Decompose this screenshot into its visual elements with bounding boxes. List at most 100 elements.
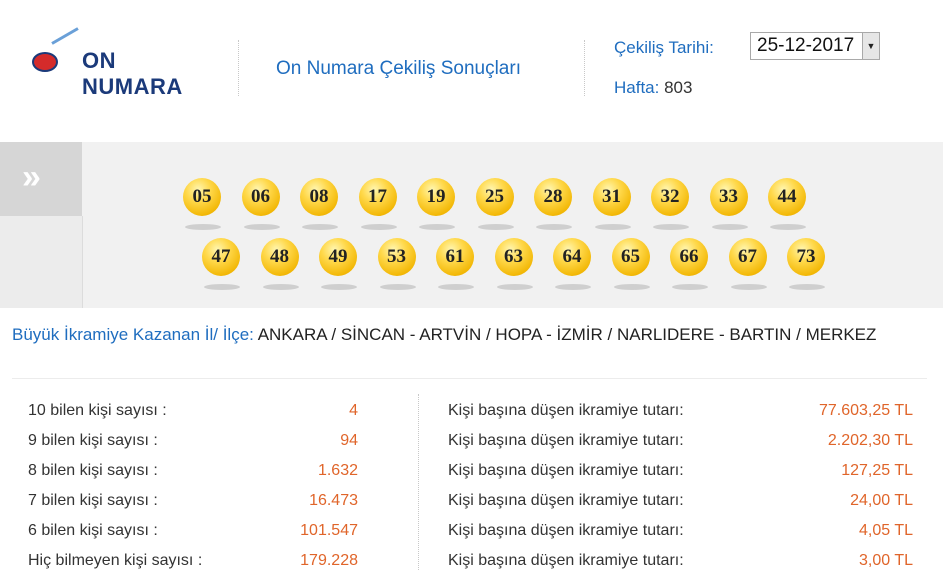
ball-shadow	[770, 224, 806, 230]
jackpot-location-label: Büyük İkramiye Kazanan İl/ İlçe:	[12, 325, 254, 344]
page-title: On Numara Çekiliş Sonuçları	[276, 58, 521, 79]
ball-number: 08	[300, 178, 338, 216]
ball-shadow	[379, 284, 416, 290]
number-ball: 19	[417, 178, 457, 234]
ball-shadow	[204, 284, 240, 290]
match-count-label: 7 bilen kişi sayısı :	[28, 492, 158, 509]
ball-shadow	[185, 224, 221, 230]
prize-amount-row: Kişi başına düşen ikramiye tutarı: 2.202,…	[448, 426, 913, 456]
jackpot-winner-locations: Büyük İkramiye Kazanan İl/ İlçe: ANKARA …	[12, 323, 912, 346]
match-count-label: 10 bilen kişi sayısı :	[28, 402, 167, 419]
number-ball: 08	[300, 178, 340, 234]
match-count-label: Hiç bilmeyen kişi sayısı :	[28, 552, 203, 569]
match-count-label: 6 bilen kişi sayısı :	[28, 522, 158, 539]
winner-count-value: 4	[349, 402, 358, 419]
prize-per-person-value: 127,25 TL	[841, 462, 913, 479]
ball-shadow	[555, 284, 591, 290]
ball-number: 61	[436, 238, 474, 276]
ball-shadow	[672, 284, 708, 290]
number-ball: 73	[787, 238, 827, 294]
draw-date-select[interactable]: 25-12-2017 ▼	[750, 32, 880, 60]
nav-side-panel	[0, 216, 83, 308]
page-header: ON NUMARA On Numara Çekiliş Sonuçları Çe…	[0, 0, 943, 140]
ball-number: 63	[494, 238, 533, 276]
ball-number: 19	[417, 178, 455, 216]
ball-number: 05	[183, 178, 221, 216]
number-ball: 44	[768, 178, 808, 234]
number-ball: 53	[377, 238, 418, 294]
week-value: 803	[664, 78, 693, 97]
numbers-row-1: 05 06 08 17 19 25 28 31 32 33 44	[183, 178, 827, 234]
prize-amount-row: Kişi başına düşen ikramiye tutarı: 127,25…	[448, 456, 913, 486]
number-ball: 25	[475, 178, 516, 234]
winner-count-value: 179.228	[300, 552, 358, 569]
winner-count-value: 16.473	[309, 492, 358, 509]
number-ball: 64	[553, 238, 593, 294]
prize-per-person-label: Kişi başına düşen ikramiye tutarı:	[448, 492, 684, 509]
number-ball: 67	[728, 238, 769, 294]
stats-divider	[418, 394, 419, 570]
on-numara-logo[interactable]: ON NUMARA	[30, 27, 205, 99]
prize-per-person-value: 2.202,30 TL	[827, 432, 913, 449]
number-ball: 63	[494, 238, 535, 294]
ball-shadow	[789, 284, 825, 290]
ball-shadow	[419, 224, 455, 230]
winner-count-row: 9 bilen kişi sayısı : 94	[28, 426, 358, 456]
ball-shadow	[613, 284, 650, 290]
ball-number: 32	[651, 178, 689, 216]
prize-amount-row: Kişi başına düşen ikramiye tutarı: 77.603…	[448, 396, 913, 426]
ball-shadow	[477, 224, 514, 230]
ball-number: 25	[475, 178, 514, 216]
ball-shadow	[360, 224, 397, 230]
ball-number: 65	[611, 238, 650, 276]
ball-number: 06	[241, 178, 280, 216]
prize-per-person-label: Kişi başına düşen ikramiye tutarı:	[448, 552, 684, 569]
header-divider	[238, 40, 239, 96]
ball-shadow	[594, 224, 631, 230]
double-chevron-right-icon: »	[22, 158, 41, 196]
next-draw-button[interactable]: »	[0, 142, 82, 216]
ball-number: 31	[592, 178, 631, 216]
numbers-row-2: 47 48 49 53 61 63 64 65 66 67 73	[202, 238, 846, 294]
ball-shadow	[262, 284, 299, 290]
logo-ball-icon	[32, 52, 58, 72]
week-label: Hafta:	[614, 78, 660, 97]
jackpot-location-value: ANKARA / SİNCAN - ARTVİN / HOPA - İZMİR …	[257, 325, 877, 344]
number-ball: 17	[358, 178, 399, 234]
prize-per-person-label: Kişi başına düşen ikramiye tutarı:	[448, 432, 684, 449]
ball-number: 28	[534, 178, 572, 216]
ball-number: 47	[202, 238, 240, 276]
prize-per-person-value: 24,00 TL	[850, 492, 913, 509]
ball-shadow	[653, 224, 689, 230]
number-ball: 32	[651, 178, 691, 234]
prize-amount-row: Kişi başına düşen ikramiye tutarı: 24,00 …	[448, 486, 913, 516]
ball-number: 17	[358, 178, 397, 216]
ball-shadow	[321, 284, 357, 290]
winner-count-value: 94	[340, 432, 358, 449]
ball-shadow	[496, 284, 533, 290]
prize-per-person-label: Kişi başına düşen ikramiye tutarı:	[448, 462, 684, 479]
divider	[12, 378, 927, 379]
ball-number: 53	[377, 238, 416, 276]
winner-count-row: 7 bilen kişi sayısı : 16.473	[28, 486, 358, 516]
ball-shadow	[711, 224, 748, 230]
winner-count-row: Hiç bilmeyen kişi sayısı : 179.228	[28, 546, 358, 576]
number-ball: 61	[436, 238, 476, 294]
match-count-label: 9 bilen kişi sayısı :	[28, 432, 158, 449]
match-count-label: 8 bilen kişi sayısı :	[28, 462, 158, 479]
number-ball: 05	[183, 178, 223, 234]
winner-count-value: 101.547	[300, 522, 358, 539]
prize-amount-row: Kişi başına düşen ikramiye tutarı: 3,00 T…	[448, 546, 913, 576]
winner-count-row: 10 bilen kişi sayısı : 4	[28, 396, 358, 426]
prize-per-person-value: 4,05 TL	[859, 522, 913, 539]
ball-number: 33	[709, 178, 748, 216]
prize-per-person-label: Kişi başına düşen ikramiye tutarı:	[448, 402, 684, 419]
ball-number: 48	[260, 238, 299, 276]
prize-amount-row: Kişi başına düşen ikramiye tutarı: 4,05 T…	[448, 516, 913, 546]
ball-shadow	[438, 284, 474, 290]
prize-per-person-value: 3,00 TL	[859, 552, 913, 569]
prize-per-person-value: 77.603,25 TL	[818, 402, 913, 419]
dropdown-arrow-icon[interactable]: ▼	[862, 33, 879, 59]
number-ball: 06	[241, 178, 282, 234]
ball-number: 49	[319, 238, 357, 276]
